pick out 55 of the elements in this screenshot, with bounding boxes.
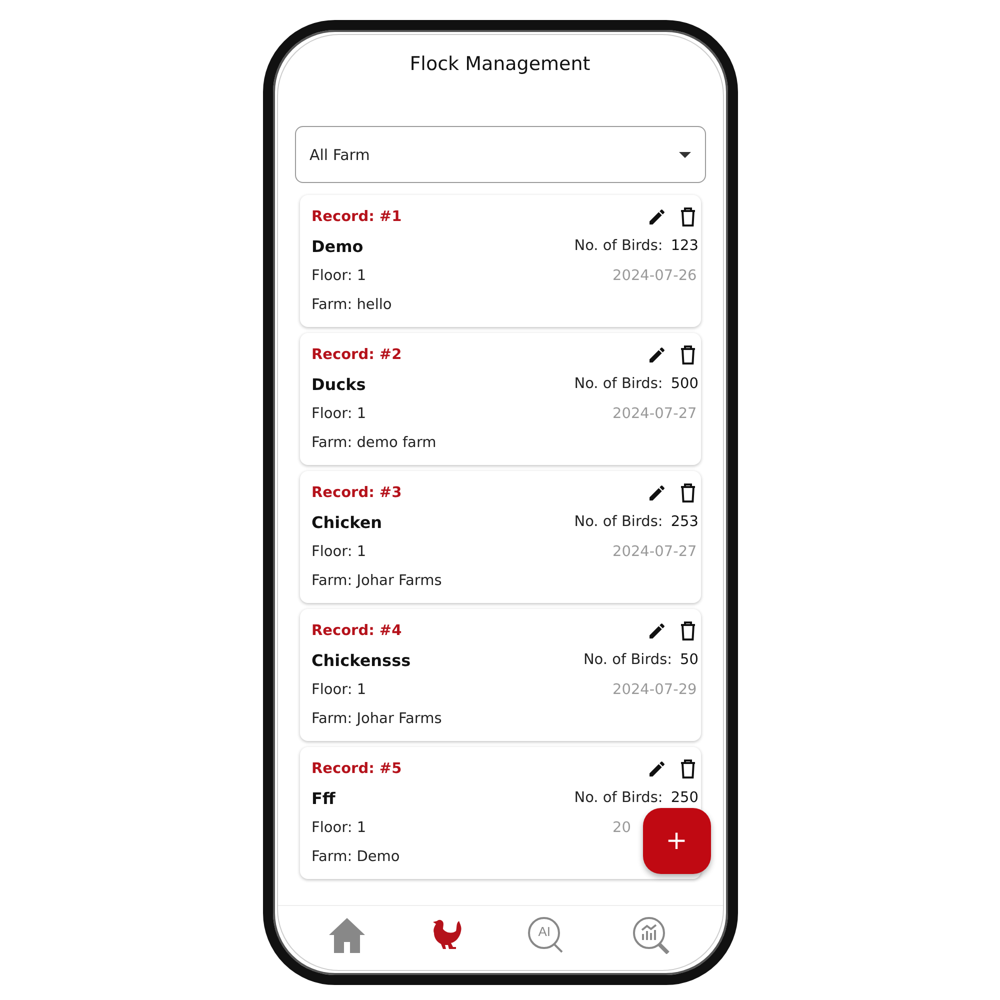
birds-count: 50 [680, 652, 698, 668]
pencil-icon[interactable] [646, 621, 666, 641]
record-date: 2024-07-29 [612, 682, 697, 698]
farm-text: Farm: hello [312, 296, 393, 314]
dropdown-arrow-icon [678, 152, 690, 158]
floor-text: Floor: 1 [312, 404, 368, 424]
farm-text: Farm: Johar Farms [312, 572, 443, 590]
add-button[interactable]: + [642, 808, 710, 874]
record-number: Record: #2 [312, 346, 403, 365]
flock-name: Chicken [312, 512, 384, 534]
record-card[interactable]: Record: #2 Ducks No. of Birds: 500 Floor: 1 2024-07-27 Farm: demo farm [300, 333, 700, 465]
trash-icon[interactable] [678, 483, 696, 503]
flock-name: Chickensss [312, 650, 412, 672]
flock-name: Fff [312, 788, 336, 810]
birds-label: No. of Birds: [574, 790, 663, 806]
record-number: Record: #4 [312, 622, 403, 641]
trash-icon[interactable] [678, 759, 696, 779]
flock-name: Ducks [312, 374, 367, 396]
record-card[interactable]: Record: #4 Chickensss No. of Birds: 50 Floor: 1 2024-07-29 Farm: Johar Farms [300, 609, 700, 741]
floor-text: Floor: 1 [312, 680, 368, 700]
record-card[interactable]: Record: #1 Demo No. of Birds: 123 Floor: 1 2024-07-26 Farm: hello [300, 195, 700, 327]
record-date: 2024-07-26 [612, 268, 697, 284]
record-date: 2024-07-27 [612, 544, 697, 560]
trash-icon[interactable] [678, 207, 696, 227]
farm-text: Farm: Johar Farms [312, 710, 443, 728]
pencil-icon[interactable] [646, 207, 666, 227]
pencil-icon[interactable] [646, 345, 666, 365]
birds-count: 250 [670, 790, 698, 806]
birds-label: No. of Birds: [574, 238, 663, 254]
record-number: Record: #1 [312, 208, 403, 227]
farm-text: Farm: Demo [312, 848, 401, 866]
record-date: 20 [612, 820, 631, 836]
floor-text: Floor: 1 [312, 542, 368, 562]
farm-text: Farm: demo farm [312, 434, 438, 452]
pencil-icon[interactable] [646, 483, 666, 503]
record-number: Record: #5 [312, 760, 403, 779]
birds-label: No. of Birds: [574, 514, 663, 530]
flock-name: Demo [312, 236, 364, 258]
trash-icon[interactable] [678, 621, 696, 641]
birds-label: No. of Birds: [583, 652, 672, 668]
chicken-icon[interactable] [430, 918, 463, 952]
birds-label: No. of Birds: [574, 376, 663, 392]
record-card[interactable]: Record: #3 Chicken No. of Birds: 253 Floor: 1 2024-07-27 Farm: Johar Farms [300, 471, 700, 603]
birds-count: 123 [670, 238, 698, 254]
farm-dropdown[interactable]: All Farm [294, 126, 706, 183]
floor-text: Floor: 1 [312, 818, 368, 838]
pencil-icon[interactable] [646, 759, 666, 779]
birds-count: 253 [670, 514, 698, 530]
record-number: Record: #3 [312, 484, 403, 503]
birds-count: 500 [670, 376, 698, 392]
page-title: Flock Management [408, 52, 592, 77]
record-date: 2024-07-27 [612, 406, 697, 422]
floor-text: Floor: 1 [312, 266, 368, 286]
trash-icon[interactable] [678, 345, 696, 365]
home-icon[interactable] [328, 917, 366, 953]
